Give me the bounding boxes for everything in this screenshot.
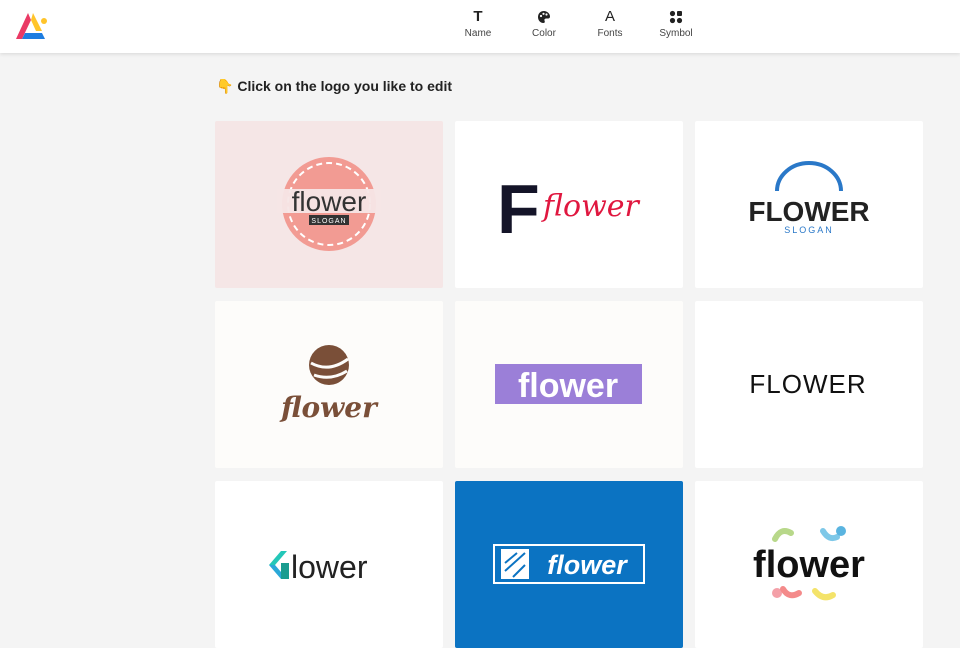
logo-9-name: flower (753, 544, 865, 586)
logo-3-name: FLOWER (748, 196, 869, 227)
nav-color-label: Color (532, 28, 556, 39)
app-logo-icon[interactable] (14, 11, 50, 43)
pointing-down-emoji: 👇 (216, 78, 234, 94)
logo-card-8[interactable]: flower (455, 481, 683, 648)
logo-card-9[interactable]: flower (695, 481, 923, 648)
nav-symbol-label: Symbol (659, 28, 693, 39)
logo-1-name: flower (292, 186, 367, 217)
logo-card-4[interactable]: flower (215, 301, 443, 468)
font-a-icon: A (604, 8, 615, 25)
nav-name-label: Name (464, 28, 492, 39)
logo-6-name: FLOWER (749, 369, 866, 399)
nav-name[interactable]: T Name (448, 8, 508, 39)
logo-card-7[interactable]: lower (215, 481, 443, 648)
logo-card-6[interactable]: FLOWER (695, 301, 923, 468)
logo-5-name: flower (518, 367, 618, 405)
logo-card-1[interactable]: flower SLOGAN (215, 121, 443, 288)
logo-2-name: flower (541, 189, 641, 224)
top-bar: T Name Color A Fonts Symbol (0, 0, 960, 53)
logo-7-name: lower (291, 549, 368, 585)
nav-color[interactable]: Color (514, 8, 574, 39)
palette-icon (514, 8, 574, 26)
nav-symbol[interactable]: Symbol (646, 8, 706, 39)
nav-fonts[interactable]: A Fonts (580, 8, 640, 39)
text-t-icon: T (473, 8, 483, 25)
nav-fonts-label: Fonts (597, 28, 623, 39)
logo-1-slogan: SLOGAN (311, 218, 346, 225)
instruction-text: Click on the logo you like to edit (237, 78, 453, 94)
logo-4-name: flower (279, 391, 379, 424)
logo-2-letter: F (497, 170, 540, 248)
logo-card-3[interactable]: FLOWER SLOGAN (695, 121, 923, 288)
instruction-heading: 👇 Click on the logo you like to edit (216, 78, 452, 95)
four-dots-icon (646, 8, 706, 26)
logo-3-slogan: SLOGAN (784, 225, 834, 235)
logo-card-2[interactable]: F flower (455, 121, 683, 288)
logo-card-5[interactable]: flower (455, 301, 683, 468)
logo-8-name: flower (547, 550, 628, 580)
